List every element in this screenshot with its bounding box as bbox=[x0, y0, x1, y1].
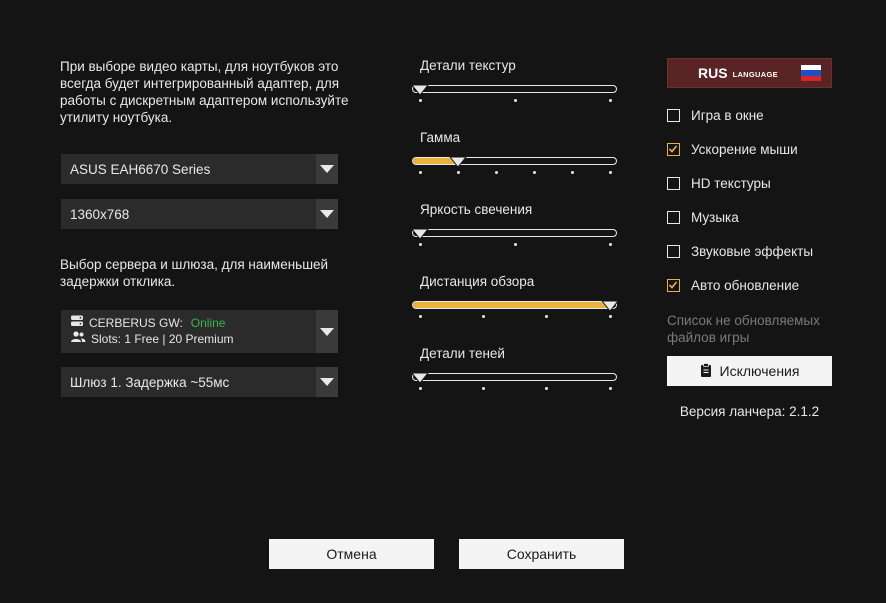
chevron-down-icon[interactable] bbox=[316, 310, 338, 353]
slider-tick bbox=[418, 171, 422, 174]
texture-detail-slider[interactable] bbox=[411, 84, 618, 105]
gpu-select-value: ASUS EAH6670 Series bbox=[70, 161, 211, 177]
sound-effects-option[interactable]: Звуковые эффекты bbox=[667, 244, 813, 259]
auto-update-option[interactable]: Авто обновление bbox=[667, 278, 799, 293]
slider-track[interactable] bbox=[412, 85, 617, 93]
slider-tick bbox=[545, 315, 549, 318]
slider-thumb[interactable] bbox=[411, 372, 429, 384]
checkbox[interactable] bbox=[667, 143, 680, 156]
slider-tick bbox=[545, 387, 549, 390]
gpu-note: При выборе видео карты, для ноутбуков эт… bbox=[60, 59, 349, 125]
slider-tick bbox=[608, 315, 612, 318]
cancel-button[interactable]: Отмена bbox=[269, 539, 434, 569]
checkbox[interactable] bbox=[667, 211, 680, 224]
exclusions-button[interactable]: Исключения bbox=[667, 356, 832, 386]
slider-tick bbox=[456, 171, 460, 174]
option-label: HD текстуры bbox=[691, 176, 771, 191]
slider-tick bbox=[513, 99, 517, 102]
option-label: Авто обновление bbox=[691, 278, 800, 293]
server-icon bbox=[70, 315, 89, 331]
slider-fill bbox=[413, 302, 611, 308]
music-option[interactable]: Музыка bbox=[667, 210, 739, 225]
server-slots: Slots: 1 Free | 20 Premium bbox=[91, 332, 234, 346]
save-button[interactable]: Сохранить bbox=[459, 539, 624, 569]
server-note: Выбор сервера и шлюза, для наименьшей за… bbox=[60, 257, 329, 289]
exclusions-note: Список не обновляемых файлов игры bbox=[667, 313, 820, 345]
shadow-detail-slider[interactable] bbox=[411, 372, 618, 393]
checkbox[interactable] bbox=[667, 109, 680, 122]
glow-brightness-slider[interactable] bbox=[411, 228, 618, 249]
language-label: LANGUAGE bbox=[732, 70, 778, 79]
view-distance-label: Дистанция обзора bbox=[420, 274, 535, 289]
option-label: Игра в окне bbox=[691, 108, 764, 123]
checkbox[interactable] bbox=[667, 279, 680, 292]
gpu-select[interactable]: ASUS EAH6670 Series bbox=[61, 154, 338, 184]
slider-track[interactable] bbox=[412, 373, 617, 381]
server-name: CERBERUS GW: bbox=[89, 316, 183, 330]
option-label: Звуковые эффекты bbox=[691, 244, 814, 259]
slider-tick bbox=[513, 243, 517, 246]
server-status: Online bbox=[190, 316, 226, 330]
slider-tick bbox=[418, 243, 422, 246]
slider-tick bbox=[418, 387, 422, 390]
slider-tick bbox=[608, 171, 612, 174]
checkmark-icon bbox=[668, 281, 678, 289]
slider-tick bbox=[481, 387, 485, 390]
slider-tick bbox=[418, 315, 422, 318]
shadow-detail-label: Детали теней bbox=[420, 346, 505, 361]
slider-thumb[interactable] bbox=[449, 156, 467, 168]
clipboard-icon bbox=[700, 362, 720, 380]
texture-detail-label: Детали текстур bbox=[420, 58, 516, 73]
checkmark-icon bbox=[668, 145, 678, 153]
chevron-down-icon[interactable] bbox=[316, 154, 338, 184]
exclusions-button-label: Исключения bbox=[719, 363, 800, 379]
hd-textures-option[interactable]: HD текстуры bbox=[667, 176, 771, 191]
slider-thumb[interactable] bbox=[601, 300, 619, 312]
view-distance-slider[interactable] bbox=[412, 300, 619, 321]
users-icon bbox=[70, 331, 91, 347]
resolution-select-value: 1360x768 bbox=[70, 206, 130, 222]
chevron-down-icon[interactable] bbox=[316, 367, 338, 397]
slider-track[interactable] bbox=[412, 229, 617, 237]
slider-tick bbox=[494, 171, 498, 174]
checkbox[interactable] bbox=[667, 245, 680, 258]
slider-track[interactable] bbox=[412, 157, 617, 165]
slider-tick bbox=[570, 171, 574, 174]
launcher-version: Версия ланчера: 2.1.2 bbox=[679, 404, 820, 419]
russian-flag-icon bbox=[801, 65, 821, 81]
checkbox[interactable] bbox=[667, 177, 680, 190]
gamma-label: Гамма bbox=[420, 130, 461, 145]
server-select[interactable]: CERBERUS GW: Online Slots: 1 Free | 20 P… bbox=[61, 310, 338, 353]
language-button[interactable]: RUS LANGUAGE bbox=[667, 58, 832, 88]
slider-tick bbox=[608, 243, 612, 246]
slider-tick bbox=[608, 387, 612, 390]
gateway-select-value: Шлюз 1. Задержка ~55мс bbox=[70, 374, 230, 390]
slider-tick bbox=[608, 99, 612, 102]
slider-tick bbox=[481, 315, 485, 318]
option-label: Музыка bbox=[691, 210, 739, 225]
slider-thumb[interactable] bbox=[411, 84, 429, 96]
chevron-down-icon[interactable] bbox=[316, 199, 338, 229]
glow-brightness-label: Яркость свечения bbox=[420, 202, 533, 217]
slider-tick bbox=[532, 171, 536, 174]
language-code: RUS bbox=[698, 65, 728, 81]
option-label: Ускорение мыши bbox=[691, 142, 798, 157]
slider-tick bbox=[418, 99, 422, 102]
gamma-slider[interactable] bbox=[412, 156, 618, 177]
slider-track[interactable] bbox=[412, 301, 617, 309]
mouse-acceleration-option[interactable]: Ускорение мыши bbox=[667, 142, 798, 157]
gateway-select[interactable]: Шлюз 1. Задержка ~55мс bbox=[61, 367, 338, 397]
windowed-mode-option[interactable]: Игра в окне bbox=[667, 108, 764, 123]
resolution-select[interactable]: 1360x768 bbox=[61, 199, 338, 229]
slider-thumb[interactable] bbox=[411, 228, 429, 240]
